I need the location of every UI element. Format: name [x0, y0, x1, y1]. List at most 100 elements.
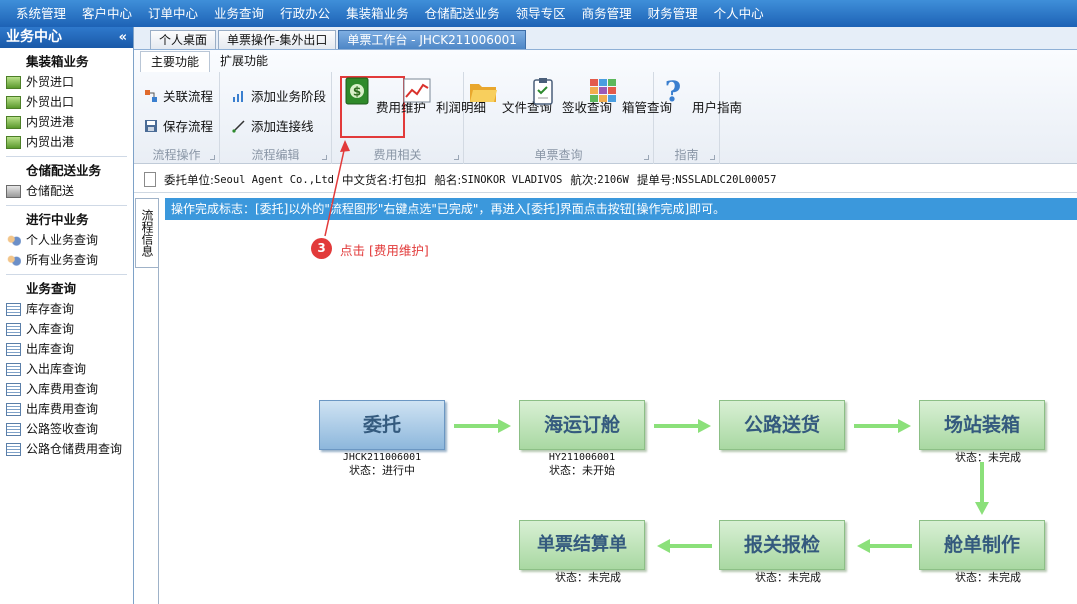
- ribbon-group-flow-op: 关联流程 保存流程 流程操作: [134, 72, 220, 164]
- tab-single-operation[interactable]: 单票操作-集外出口: [218, 30, 337, 49]
- dialog-launcher-icon[interactable]: [710, 155, 715, 160]
- sidebar-item-label: 内贸进港: [26, 115, 75, 129]
- flow-node-customs[interactable]: 报关报检: [719, 520, 845, 570]
- vessel-value: SINOKOR VLADIVOS: [461, 173, 563, 186]
- ribbon: 主要功能 扩展功能 关联流程 保存流程 流程操作 添加业务阶段 添加连接线 流程…: [134, 50, 1077, 164]
- flow-node-manifest[interactable]: 舱单制作: [919, 520, 1045, 570]
- sidebar-item-all-query[interactable]: 所有业务查询: [0, 250, 133, 270]
- flow-node-yard-packing[interactable]: 场站装箱: [919, 400, 1045, 450]
- sidebar-divider: [6, 274, 127, 275]
- add-connector-button[interactable]: 添加连接线: [232, 116, 314, 135]
- sidebar-item-inbound-fee-query[interactable]: 入库费用查询: [0, 379, 133, 399]
- sidebar-item-domestic-inbound[interactable]: 内贸进港: [0, 112, 133, 132]
- grid-icon: [590, 79, 616, 102]
- ribbon-tabs: 主要功能 扩展功能: [134, 50, 1077, 72]
- folder-icon: [6, 75, 21, 89]
- menu-item-system[interactable]: 系统管理: [8, 0, 74, 27]
- sidebar-item-in-out-query[interactable]: 入出库查询: [0, 359, 133, 379]
- goods-label: 中文货名:: [341, 172, 392, 187]
- sidebar-item-outbound-query[interactable]: 出库查询: [0, 339, 133, 359]
- sidebar-item-foreign-import[interactable]: 外贸进口: [0, 72, 133, 92]
- notice-banner: 操作完成标志：[委托]以外的"流程图形"右键点选"已完成"，再进入[委托]界面点…: [165, 198, 1077, 220]
- profit-detail-button[interactable]: 利润明细: [402, 76, 486, 116]
- link-flow-button[interactable]: 关联流程: [144, 86, 213, 105]
- container-query-button[interactable]: 箱管查询: [588, 76, 672, 116]
- tab-personal-desktop[interactable]: 个人桌面: [150, 30, 217, 49]
- menu-item-leader[interactable]: 领导专区: [508, 0, 574, 27]
- sidebar-item-label: 个人业务查询: [26, 233, 99, 247]
- group-label-text: 单票查询: [534, 148, 583, 162]
- flow-node-status: 状态：未完成: [755, 571, 821, 584]
- tab-single-workbench[interactable]: 单票工作台 - JHCK211006001: [338, 30, 526, 49]
- clipboard-icon: [533, 78, 553, 105]
- sidebar-item-inbound-query[interactable]: 入库查询: [0, 319, 133, 339]
- flow-node-code: HY211006001: [548, 452, 616, 463]
- ribbon-tab-main[interactable]: 主要功能: [140, 51, 211, 72]
- flow-node-caption: HY211006001 状态：未开始: [519, 451, 645, 477]
- ribbon-group-label: 单票查询: [464, 147, 653, 163]
- group-label-text: 指南: [674, 148, 699, 162]
- user-guide-button[interactable]: ? 用户指南: [658, 75, 742, 116]
- flow-node-caption: 状态：未完成: [519, 571, 645, 584]
- sidebar-item-road-storage-fee-query[interactable]: 公路仓储费用查询: [0, 439, 133, 459]
- menu-item-personal[interactable]: 个人中心: [706, 0, 772, 27]
- sidebar-divider: [6, 205, 127, 206]
- menu-item-warehouse[interactable]: 仓储配送业务: [417, 0, 508, 27]
- add-stage-button[interactable]: 添加业务阶段: [232, 86, 326, 105]
- dialog-launcher-icon[interactable]: [644, 155, 649, 160]
- money-book-icon: $: [345, 77, 369, 105]
- sidebar-item-road-sign-query[interactable]: 公路签收查询: [0, 419, 133, 439]
- menu-item-finance[interactable]: 财务管理: [640, 0, 706, 27]
- users-icon: [6, 253, 21, 267]
- sidebar-item-label: 所有业务查询: [26, 253, 99, 267]
- dialog-launcher-icon[interactable]: [210, 155, 215, 160]
- sidebar-section-title: 仓储配送业务: [26, 163, 102, 178]
- menu-item-admin[interactable]: 行政办公: [272, 0, 338, 27]
- dialog-launcher-icon[interactable]: [322, 155, 327, 160]
- flow-node-caption: 状态：未完成: [719, 571, 845, 584]
- menu-item-commerce[interactable]: 商务管理: [574, 0, 640, 27]
- add-stage-label: 添加业务阶段: [251, 89, 327, 104]
- list-icon: [6, 382, 21, 396]
- sidebar-item-foreign-export[interactable]: 外贸出口: [0, 92, 133, 112]
- menu-item-business-query[interactable]: 业务查询: [206, 0, 272, 27]
- ribbon-group-label: 费用相关: [332, 147, 463, 163]
- sidebar-item-stock-query[interactable]: 库存查询: [0, 299, 133, 319]
- collapse-icon[interactable]: «: [119, 27, 127, 48]
- add-connector-label: 添加连接线: [251, 119, 314, 134]
- ribbon-group-label: 流程编辑: [220, 147, 331, 163]
- flow-node-settlement[interactable]: 单票结算单: [519, 520, 645, 570]
- sign-query-button[interactable]: 签收查询: [528, 76, 612, 116]
- list-icon: [6, 402, 21, 416]
- sidebar-section-query: 业务查询 库存查询 入库查询 出库查询 入出库查询 入库费用查询 出库费用查询 …: [0, 279, 133, 459]
- sidebar-item-outbound-fee-query[interactable]: 出库费用查询: [0, 399, 133, 419]
- flow-node-road-delivery[interactable]: 公路送货: [719, 400, 845, 450]
- save-flow-button[interactable]: 保存流程: [144, 116, 213, 135]
- sidebar-divider: [6, 156, 127, 157]
- sidebar-item-label: 入库费用查询: [26, 382, 99, 396]
- top-menu-bar: 系统管理 客户中心 订单中心 业务查询 行政办公 集装箱业务 仓储配送业务 领导…: [0, 0, 1077, 27]
- flow-node-entrust[interactable]: 委托: [319, 400, 445, 450]
- list-icon: [6, 302, 21, 316]
- sidebar-item-warehouse-delivery[interactable]: 仓储配送: [0, 181, 133, 201]
- dialog-launcher-icon[interactable]: [454, 155, 459, 160]
- flow-node-sea-booking[interactable]: 海运订舱: [519, 400, 645, 450]
- ribbon-group-flow-edit: 添加业务阶段 添加连接线 流程编辑: [220, 72, 332, 164]
- flow-node-status: 状态：未完成: [955, 451, 1021, 464]
- save-flow-label: 保存流程: [163, 119, 214, 134]
- sidebar-item-label: 仓储配送: [26, 184, 75, 198]
- file-query-button[interactable]: 文件查询: [468, 76, 552, 116]
- list-icon: [6, 322, 21, 336]
- menu-item-customer[interactable]: 客户中心: [74, 0, 140, 27]
- sidebar-item-personal-query[interactable]: 个人业务查询: [0, 230, 133, 250]
- sidebar-section-title: 集装箱业务: [26, 54, 89, 69]
- list-icon: [6, 442, 21, 456]
- menu-item-orders[interactable]: 订单中心: [140, 0, 206, 27]
- goods-value: 打包扣: [391, 172, 427, 187]
- tab-flow-info[interactable]: 流程信息: [135, 198, 159, 268]
- ribbon-tab-extended[interactable]: 扩展功能: [210, 51, 278, 72]
- folder-icon: [6, 135, 21, 149]
- sidebar-item-domestic-outbound[interactable]: 内贸出港: [0, 132, 133, 152]
- fee-maintenance-button[interactable]: $ 费用维护: [342, 76, 426, 116]
- menu-item-container[interactable]: 集装箱业务: [338, 0, 417, 27]
